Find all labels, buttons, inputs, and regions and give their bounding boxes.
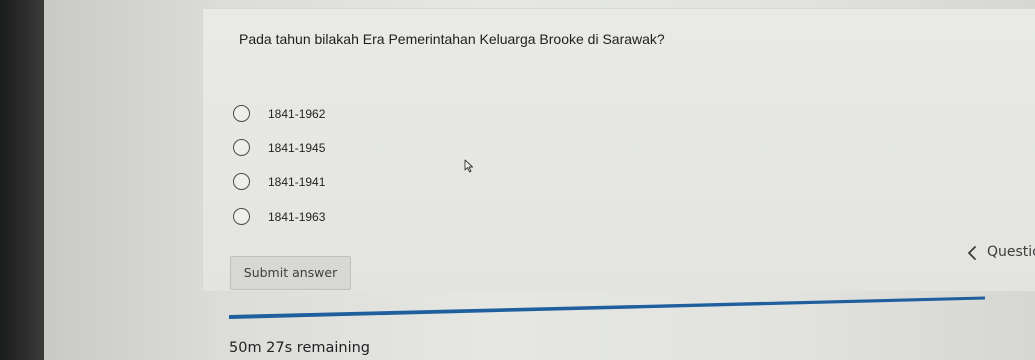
option-label: 1841-1941 <box>268 175 326 189</box>
progress-fill <box>229 296 985 319</box>
time-remaining: 50m 27s remaining <box>229 340 371 356</box>
mouse-cursor-icon <box>464 159 474 173</box>
question-text: Pada tahun bilakah Era Pemerintahan Kelu… <box>239 31 665 47</box>
radio-button[interactable] <box>233 173 250 190</box>
option-1841-1963[interactable]: 1841-1963 <box>233 206 373 230</box>
option-label: 1841-1963 <box>268 210 326 224</box>
option-label: 1841-1945 <box>268 141 326 155</box>
option-1841-1945[interactable]: 1841-1945 <box>233 137 373 161</box>
option-1841-1962[interactable]: 1841-1962 <box>233 103 373 127</box>
radio-button[interactable] <box>233 105 250 122</box>
screen-bezel <box>0 0 44 360</box>
submit-answer-button[interactable]: Submit answer <box>230 256 351 290</box>
question-nav-label: Questic <box>987 244 1035 260</box>
time-progress-bar <box>229 296 985 322</box>
chevron-left-icon <box>968 246 976 260</box>
radio-button[interactable] <box>233 139 250 156</box>
option-label: 1841-1962 <box>268 107 326 121</box>
radio-button[interactable] <box>233 208 250 225</box>
question-nav-button[interactable]: Questic <box>965 242 1035 264</box>
option-1841-1941[interactable]: 1841-1941 <box>233 171 373 195</box>
